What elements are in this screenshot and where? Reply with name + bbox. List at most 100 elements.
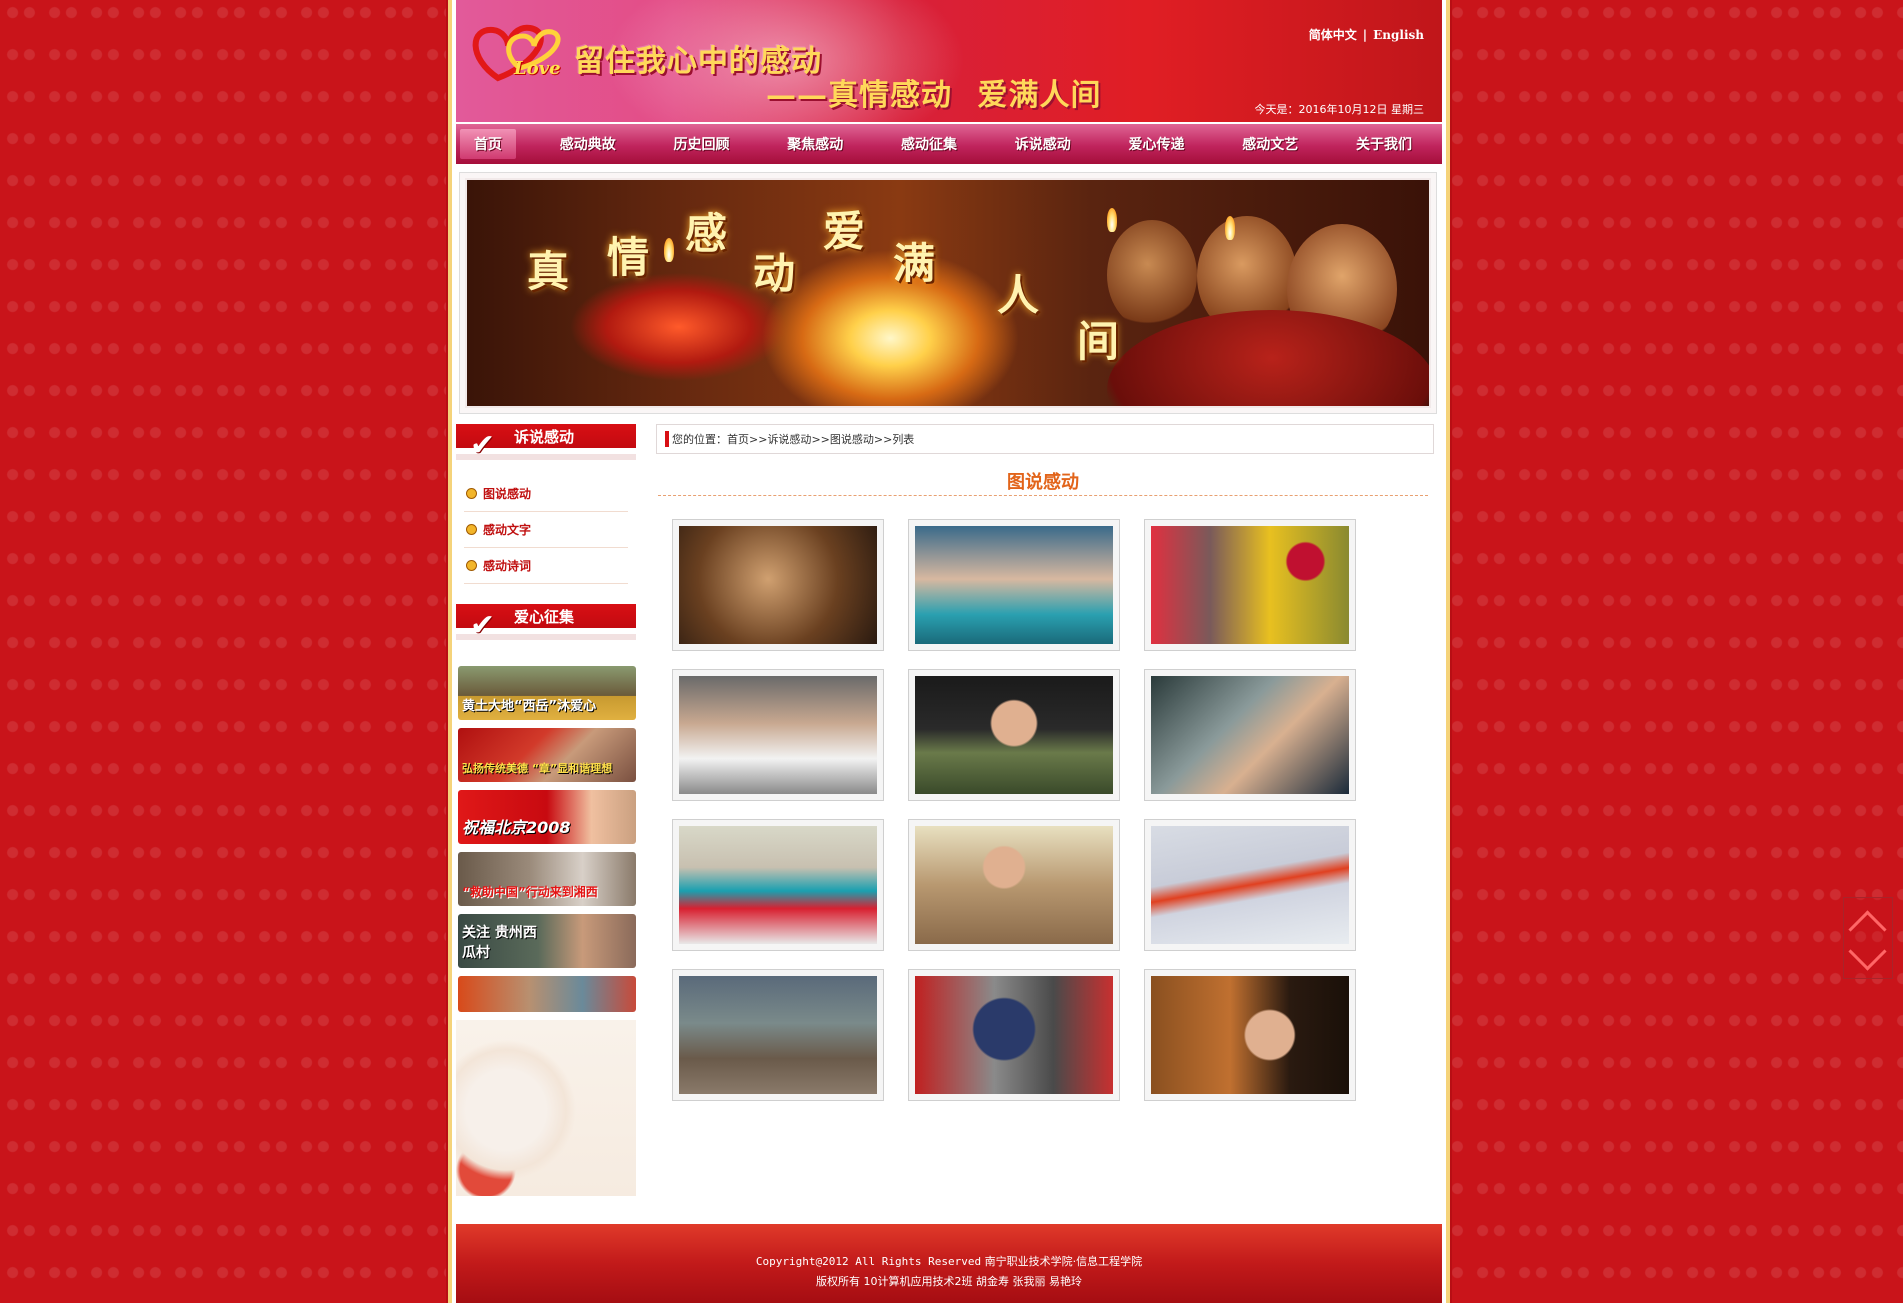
photo-thumbnail[interactable]	[1144, 519, 1356, 651]
sidebar: ✔ 诉说感动 图说感动 感动文字 感动诗词 ✔ 爱心征集 黄土大地“西岳”沐爱心…	[456, 424, 636, 1196]
footer-line-1: Copyright@2012 All Rights Reserved 南宁职业技…	[456, 1252, 1442, 1272]
photo-thumbnail[interactable]	[1144, 969, 1356, 1101]
sidebar-item-label: 图说感动	[483, 487, 532, 501]
breadcrumb-level2-link[interactable]: 图说感动	[830, 431, 874, 447]
candle-flame-2	[1107, 208, 1117, 232]
nav-item-tell[interactable]: 诉说感动	[1001, 129, 1085, 159]
section-underline	[456, 454, 636, 460]
banner-char: 人	[997, 271, 1040, 320]
copyright-text: Copyright@2012 All Rights Reserved	[755, 1255, 982, 1268]
scroll-widget	[1843, 897, 1893, 979]
photo-image	[1151, 526, 1349, 644]
bullet-icon	[466, 488, 477, 499]
site-footer: Copyright@2012 All Rights Reserved 南宁职业技…	[456, 1224, 1442, 1303]
banner-char: 感	[685, 209, 728, 258]
photo-image	[1151, 976, 1349, 1094]
section-underline	[456, 634, 636, 640]
page-title: 图说感动	[1007, 472, 1079, 493]
sidebar-section-love-collection: ✔ 爱心征集	[456, 604, 636, 644]
promo-banner-children[interactable]	[458, 976, 636, 1012]
slogan-line-2: ——真情感动 爱满人间	[766, 78, 1102, 113]
nav-item-about[interactable]: 关于我们	[1342, 129, 1426, 159]
sidebar-item-poems[interactable]: 感动诗词	[464, 548, 628, 584]
sidebar-item-label: 感动诗词	[483, 559, 532, 573]
photo-image	[679, 976, 877, 1094]
breadcrumb-home-link[interactable]: 首页	[727, 431, 749, 447]
sidebar-item-photo-stories[interactable]: 图说感动	[464, 476, 628, 512]
sidebar-item-label: 感动文字	[483, 523, 532, 537]
promo-text: 弘扬传统美德 “章”显和谐理想	[462, 762, 613, 775]
photo-image	[915, 826, 1113, 944]
language-switcher: 简体中文 | English	[1309, 26, 1424, 43]
promo-banner-guizhou[interactable]: 关注 贵州西瓜村	[458, 914, 636, 968]
site-header: Love 留住我心中的感动 ——真情感动 爱满人间 简体中文 | English 今…	[456, 0, 1442, 122]
lang-english-link[interactable]: English	[1373, 28, 1424, 42]
sidebar-section-title: 诉说感动	[514, 428, 575, 446]
photo-thumbnail[interactable]	[908, 819, 1120, 951]
nav-item-home[interactable]: 首页	[460, 129, 516, 159]
breadcrumb: 您的位置： 首页 >> 诉说感动 >> 图说感动 >> 列表	[656, 424, 1434, 454]
breadcrumb-level1-link[interactable]: 诉说感动	[767, 431, 811, 447]
bullet-icon	[466, 524, 477, 535]
nav-item-stories[interactable]: 感动典故	[546, 129, 630, 159]
photo-image	[679, 526, 877, 644]
nav-item-collection[interactable]: 感动征集	[887, 129, 971, 159]
logo-word: Love	[514, 58, 561, 79]
banner-char: 真	[527, 247, 570, 296]
nav-item-arts[interactable]: 感动文艺	[1228, 129, 1312, 159]
candle-flame-3	[1225, 216, 1235, 240]
lang-chinese-link[interactable]: 简体中文	[1309, 28, 1357, 42]
page-container: Love 留住我心中的感动 ——真情感动 爱满人间 简体中文 | English 今…	[452, 0, 1446, 1303]
nav-item-focus[interactable]: 聚焦感动	[773, 129, 857, 159]
main-nav: 首页 感动典故 历史回顾 聚焦感动 感动征集 诉说感动 爱心传递 感动文艺 关于…	[456, 124, 1442, 164]
photo-thumbnail[interactable]	[908, 519, 1120, 651]
promo-banner-beijing-2008[interactable]: 祝福北京2008	[458, 790, 636, 844]
banner-char: 间	[1077, 317, 1120, 366]
sidebar-item-touching-text[interactable]: 感动文字	[464, 512, 628, 548]
breadcrumb-separator: >>	[811, 432, 830, 446]
photo-thumbnail[interactable]	[672, 669, 884, 801]
breadcrumb-separator: >>	[873, 432, 893, 446]
photo-thumbnail[interactable]	[1144, 819, 1356, 951]
promo-banner-tradition[interactable]: 弘扬传统美德 “章”显和谐理想	[458, 728, 636, 782]
photo-thumbnail[interactable]	[908, 669, 1120, 801]
photo-thumbnail[interactable]	[908, 969, 1120, 1101]
photo-image	[915, 976, 1113, 1094]
bullet-icon	[466, 560, 477, 571]
sidebar-links: 图说感动 感动文字 感动诗词	[456, 476, 636, 584]
candle-flame-1	[664, 238, 674, 262]
photo-thumbnail[interactable]	[1144, 669, 1356, 801]
sidebar-section-title: 爱心征集	[514, 608, 575, 626]
photo-image	[915, 676, 1113, 794]
promo-text: “救助中国”行动来到湘西	[462, 885, 598, 899]
photo-image	[1151, 676, 1349, 794]
promo-text: 祝福北京2008	[462, 818, 571, 837]
scroll-down-icon[interactable]	[1848, 932, 1887, 971]
promo-text: 关注 贵州西瓜村	[462, 925, 537, 961]
banner-monk-1	[1107, 220, 1197, 330]
breadcrumb-marker-icon	[665, 431, 669, 447]
nav-item-history[interactable]: 历史回顾	[660, 129, 744, 159]
breadcrumb-prefix: 您的位置：	[672, 433, 727, 446]
photo-image	[679, 676, 877, 794]
breadcrumb-current: 列表	[892, 433, 915, 446]
promo-banner-loess[interactable]: 黄土大地“西岳”沐爱心	[458, 666, 636, 720]
promo-text: 黄土大地“西岳”沐爱心	[462, 699, 597, 714]
banner-char: 动	[753, 249, 796, 298]
current-date: 今天是：2016年10月12日 星期三	[1254, 103, 1424, 116]
photo-image	[915, 526, 1113, 644]
sidebar-section-tell: ✔ 诉说感动	[456, 424, 636, 464]
lang-separator: |	[1362, 28, 1368, 42]
nav-item-pass-love[interactable]: 爱心传递	[1115, 129, 1199, 159]
breadcrumb-separator: >>	[749, 432, 768, 446]
photo-thumbnail[interactable]	[672, 519, 884, 651]
organization-text: 南宁职业技术学院·信息工程学院	[984, 1255, 1143, 1268]
banner-char: 满	[893, 239, 936, 288]
photo-image	[1151, 826, 1349, 944]
photo-thumbnail[interactable]	[672, 969, 884, 1101]
photo-thumbnail[interactable]	[672, 819, 884, 951]
photo-image	[679, 826, 877, 944]
banner-char: 情	[607, 233, 650, 282]
promo-banner-rescue-china[interactable]: “救助中国”行动来到湘西	[458, 852, 636, 906]
hero-banner: 真 情 感 动 爱 满 人 间	[465, 178, 1431, 408]
